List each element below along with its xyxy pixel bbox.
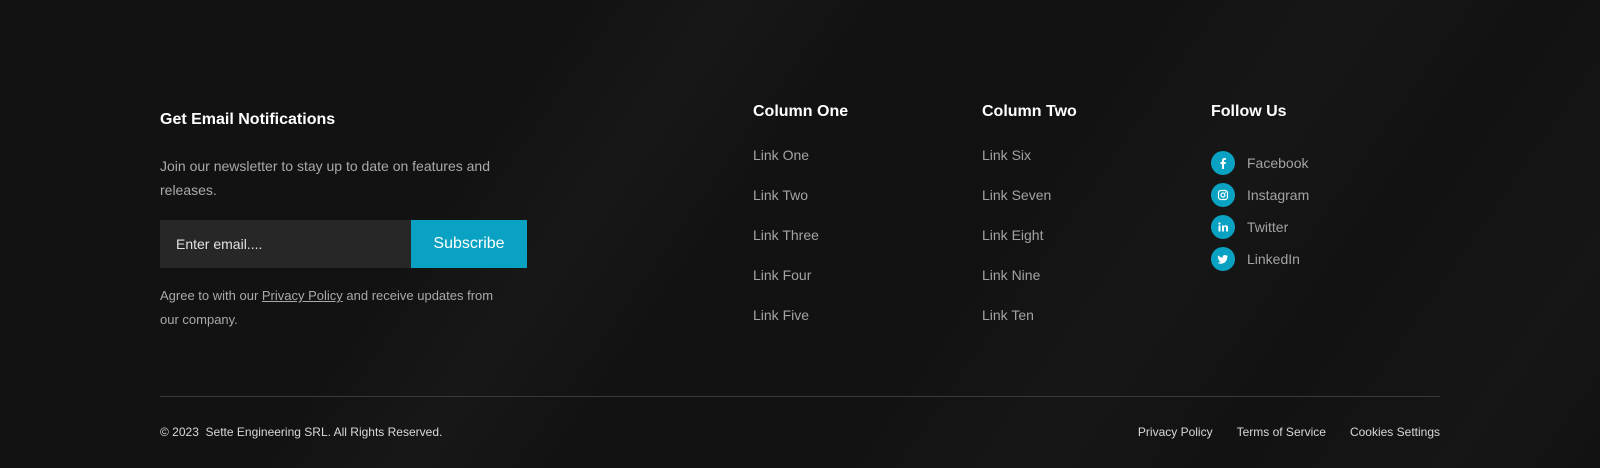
link-item: Link Two: [753, 187, 848, 227]
newsletter-section: Get Email Notifications Join our newslet…: [160, 108, 530, 332]
privacy-policy-footer-link[interactable]: Privacy Policy: [1138, 424, 1213, 440]
newsletter-description: Join our newsletter to stay up to date o…: [160, 158, 490, 198]
follow-us-title: Follow Us: [1211, 103, 1287, 120]
link-item: Link Nine: [982, 267, 1077, 307]
link-five[interactable]: Link Five: [753, 307, 809, 323]
social-label-facebook: Facebook: [1247, 155, 1309, 171]
link-two[interactable]: Link Two: [753, 187, 808, 203]
link-item: Link One: [753, 147, 848, 187]
column-one: Column One Link One Link Two Link Three …: [753, 100, 848, 347]
instagram-icon: [1211, 183, 1235, 207]
copyright-text: © 2023 Sette Engineering SRL. All Rights…: [160, 425, 443, 439]
linkedin-in-icon: [1211, 215, 1235, 239]
subscribe-button[interactable]: Subscribe: [411, 220, 527, 268]
social-label-instagram: Instagram: [1247, 187, 1310, 203]
link-eight[interactable]: Link Eight: [982, 227, 1043, 243]
link-item: Link Ten: [982, 307, 1077, 347]
link-four[interactable]: Link Four: [753, 267, 811, 283]
newsletter-title: Get Email Notifications: [160, 111, 336, 128]
social-link-linkedin[interactable]: LinkedIn: [1211, 239, 1309, 279]
social-label-twitter: Twitter: [1247, 219, 1289, 235]
link-item: Link Three: [753, 227, 848, 267]
column-one-title: Column One: [753, 103, 849, 120]
column-one-links: Link One Link Two Link Three Link Four L…: [753, 147, 848, 347]
follow-us-column: Follow Us Facebook Instagram Twitter Lin…: [1211, 100, 1309, 279]
link-one[interactable]: Link One: [753, 147, 809, 163]
link-item: Link Four: [753, 267, 848, 307]
link-six[interactable]: Link Six: [982, 147, 1031, 163]
site-footer: Get Email Notifications Join our newslet…: [160, 0, 1440, 468]
twitter-bird-icon: [1211, 247, 1235, 271]
privacy-policy-link[interactable]: Privacy Policy: [262, 288, 343, 303]
column-two-title: Column Two: [982, 103, 1077, 120]
link-nine[interactable]: Link Nine: [982, 267, 1040, 283]
consent-prefix: Agree to with our: [160, 288, 262, 303]
email-input[interactable]: [160, 220, 411, 268]
link-three[interactable]: Link Three: [753, 227, 819, 243]
link-seven[interactable]: Link Seven: [982, 187, 1051, 203]
social-links: Facebook Instagram Twitter LinkedIn: [1211, 143, 1309, 279]
column-two-links: Link Six Link Seven Link Eight Link Nine…: [982, 147, 1077, 347]
link-item: Link Seven: [982, 187, 1077, 227]
column-two: Column Two Link Six Link Seven Link Eigh…: [982, 100, 1077, 347]
link-item: Link Eight: [982, 227, 1077, 267]
terms-of-service-link[interactable]: Terms of Service: [1237, 424, 1326, 440]
facebook-icon: [1211, 151, 1235, 175]
newsletter-consent-text: Agree to with our Privacy Policy and rec…: [160, 284, 510, 332]
legal-links: Privacy Policy Terms of Service Cookies …: [1138, 424, 1440, 440]
newsletter-form: Subscribe: [160, 220, 527, 268]
link-item: Link Five: [753, 307, 848, 347]
footer-divider: [160, 396, 1440, 397]
link-ten[interactable]: Link Ten: [982, 307, 1034, 323]
cookies-settings-link[interactable]: Cookies Settings: [1350, 424, 1440, 440]
social-label-linkedin: LinkedIn: [1247, 251, 1300, 267]
link-item: Link Six: [982, 147, 1077, 187]
